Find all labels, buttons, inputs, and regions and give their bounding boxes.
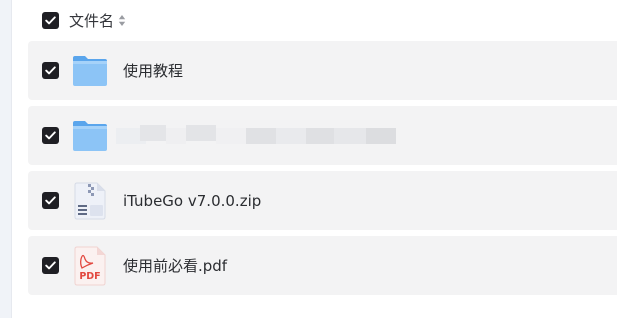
check-icon	[45, 261, 56, 270]
row-checkbox[interactable]	[42, 127, 59, 144]
filename-column-header[interactable]: 文件名	[69, 10, 114, 31]
check-icon	[45, 196, 56, 205]
folder-icon	[72, 51, 108, 91]
file-row-tutorial-folder[interactable]: 使用教程	[28, 41, 617, 100]
file-row-zip[interactable]: iTubeGo v7.0.0.zip	[28, 171, 617, 230]
folder-icon	[72, 116, 108, 156]
file-row-folder-obscured[interactable]	[28, 106, 617, 165]
zip-file-icon	[72, 181, 108, 221]
row-checkbox[interactable]	[42, 257, 59, 274]
file-name[interactable]: iTubeGo v7.0.0.zip	[123, 192, 261, 210]
row-checkbox[interactable]	[42, 62, 59, 79]
file-row-pdf[interactable]: PDF 使用前必看.pdf	[28, 236, 617, 295]
sidebar-edge	[0, 0, 12, 318]
file-list-panel: 文件名 使用教程 iTubeGo v7.0.0.zip PDF 使用前必看.pd…	[0, 0, 617, 318]
row-checkbox[interactable]	[42, 192, 59, 209]
check-icon	[45, 131, 56, 140]
select-all-checkbox[interactable]	[42, 11, 59, 29]
file-list-header: 文件名	[28, 0, 617, 40]
file-name-redacted[interactable]	[116, 124, 416, 147]
file-name[interactable]: 使用前必看.pdf	[123, 255, 227, 276]
pdf-icon-label: PDF	[79, 271, 100, 282]
sort-icon[interactable]	[118, 13, 126, 27]
check-icon	[45, 66, 56, 75]
pdf-file-icon: PDF	[72, 246, 108, 286]
check-icon	[45, 15, 56, 24]
file-name[interactable]: 使用教程	[123, 60, 183, 81]
